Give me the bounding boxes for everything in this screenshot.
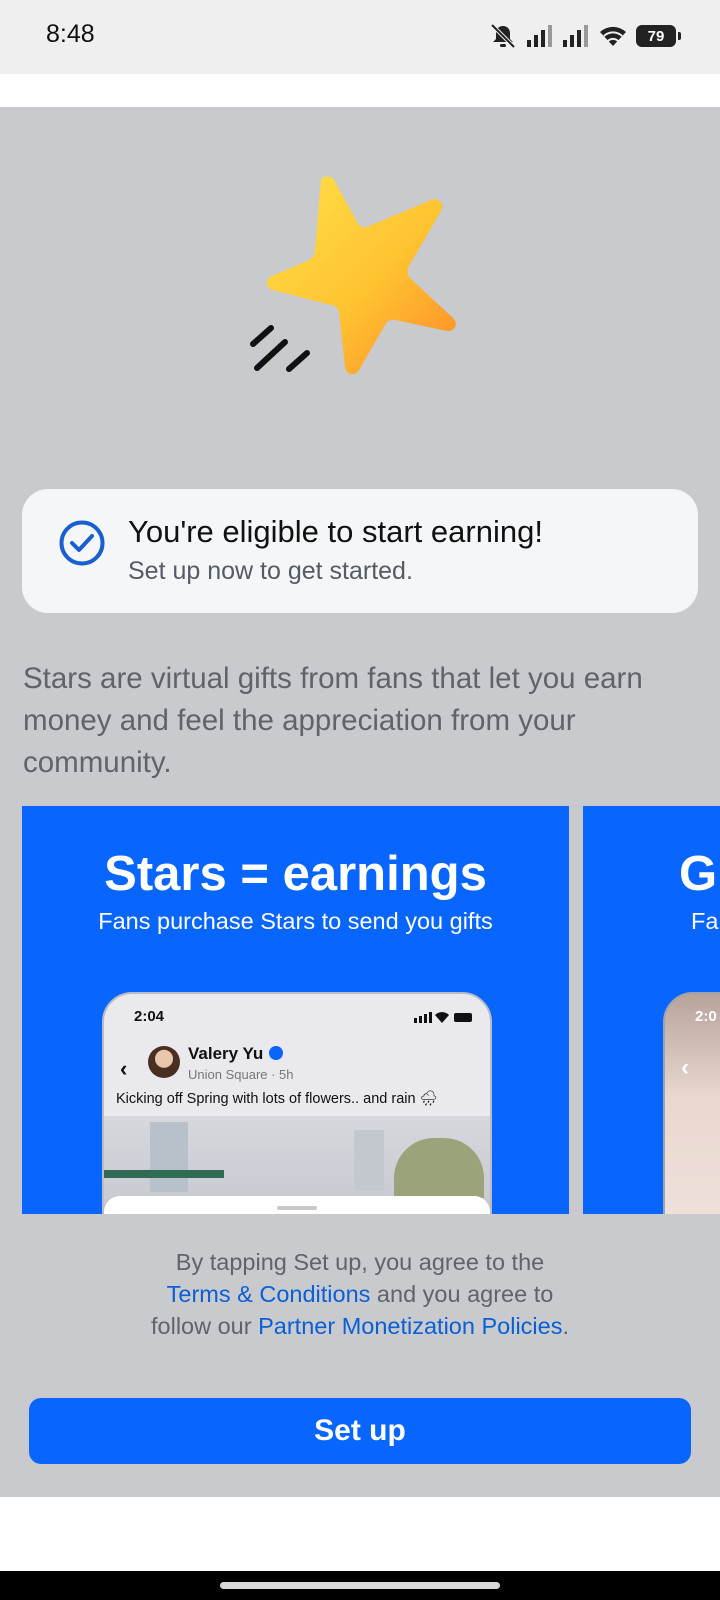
wifi-icon	[598, 24, 628, 48]
signal-icon	[562, 24, 590, 48]
phone-post-text: Kicking off Spring with lots of flowers.…	[116, 1091, 438, 1107]
phone-back-icon: ‹	[120, 1056, 128, 1081]
phone-mockup: 2:04 ‹ Valery Yu Union Square · 5h Kicki…	[102, 992, 492, 1214]
phone-bottom-sheet	[104, 1196, 490, 1214]
phone-post-location: Union Square · 5h	[188, 1067, 294, 1082]
stars-description: Stars are virtual gifts from fans that l…	[23, 662, 643, 779]
carousel-card-subtitle: Fa	[691, 908, 719, 934]
phone-time: 2:04	[134, 1008, 165, 1025]
carousel-card-next[interactable]: G Fa 2:0 ‹	[583, 806, 720, 1214]
carousel-card-title: G	[679, 847, 718, 901]
phone-time: 2:0	[695, 1008, 717, 1025]
terms-text: By tapping Set up, you agree to the Term…	[151, 1249, 569, 1339]
eligibility-title: You're eligible to start earning!	[128, 514, 543, 549]
signal-icon	[526, 24, 554, 48]
home-indicator[interactable]	[220, 1582, 500, 1589]
phone-author-name: Valery Yu	[188, 1044, 284, 1064]
status-icons: 79	[488, 20, 681, 52]
page-bottom	[0, 1497, 720, 1571]
shooting-star-icon	[250, 176, 456, 375]
battery-icon: 79	[636, 25, 681, 47]
setup-button[interactable]: Set up	[29, 1398, 691, 1464]
status-time: 8:48	[46, 20, 95, 48]
verified-badge-icon	[269, 1045, 284, 1060]
system-nav-bar	[0, 1571, 720, 1600]
check-circle-icon	[59, 520, 105, 566]
status-bar: 8:48 79	[0, 0, 720, 74]
avatar	[148, 1046, 180, 1078]
carousel-card-stars-earnings[interactable]: Stars = earnings Fans purchase Stars to …	[22, 806, 569, 1214]
carousel-card-subtitle: Fans purchase Stars to send you gifts	[98, 908, 493, 934]
carousel-card-title: Stars = earnings	[104, 847, 487, 901]
mute-icon	[488, 23, 518, 49]
eligibility-subtitle: Set up now to get started.	[128, 557, 413, 585]
phone-status-icons	[414, 1012, 472, 1023]
header-strip	[0, 74, 720, 107]
terms-conditions-link[interactable]: Terms & Conditions	[167, 1281, 371, 1307]
phone-mockup: 2:0 ‹	[663, 992, 720, 1214]
eligibility-card: You're eligible to start earning! Set up…	[22, 489, 698, 613]
sheet-grabber	[277, 1206, 317, 1210]
partner-monetization-policies-link[interactable]: Partner Monetization Policies	[258, 1313, 562, 1339]
phone-back-icon: ‹	[681, 1054, 689, 1081]
